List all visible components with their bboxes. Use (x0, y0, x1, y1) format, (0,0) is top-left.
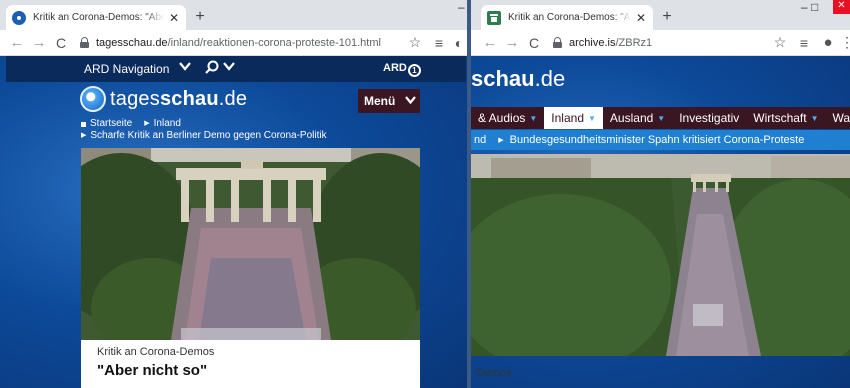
nav-item-wahlen[interactable]: Wahlen (826, 107, 850, 129)
browser-tab[interactable]: Kritik an Corona-Demos: "Aber nicht so" … (481, 5, 653, 30)
reload-button[interactable]: C (523, 35, 545, 51)
tagesschau-favicon (12, 10, 26, 25)
article-headline[interactable]: "Aber nicht so" (97, 362, 207, 379)
forward-button[interactable]: → (501, 34, 523, 51)
close-window-button[interactable]: ✕ (833, 0, 850, 14)
minimize-button[interactable]: – (458, 0, 465, 14)
tagesschau-logo-mark (80, 86, 106, 112)
url-path: /inland/reaktionen-corona-proteste-101.h… (167, 36, 381, 49)
breadcrumb-previous[interactable]: nd (474, 134, 486, 146)
nav-item-inland[interactable]: Inland ▼ (544, 107, 603, 129)
browser-window-left: Kritik an Corona-Demos: "Aber nicht so" … (0, 0, 467, 388)
caret-down-icon: ▼ (810, 113, 819, 123)
lock-icon[interactable] (80, 37, 89, 48)
tab-strip: Kritik an Corona-Demos: "Aber nicht so" … (471, 0, 850, 30)
address-bar[interactable]: tagesschau.de/inland/reaktionen-corona-p… (96, 37, 403, 49)
caret-down-icon: ▼ (529, 113, 538, 123)
breadcrumb: Startseite ▶ Inland ▶ Scharfe Kritik an … (81, 118, 327, 142)
extension-icon[interactable]: ◐ (451, 35, 467, 51)
article-kicker[interactable]: -Demos (473, 367, 512, 379)
breadcrumb: nd ▶ Bundesgesundheitsminister Spahn kri… (471, 130, 850, 150)
tagesschau-logo[interactable]: tagesschau.de (80, 86, 247, 112)
nav-item-ausland[interactable]: Ausland ▼ (603, 107, 672, 129)
ard-logo[interactable]: ARD 1 (383, 62, 421, 77)
chevron-down-icon[interactable] (179, 61, 191, 74)
url-host: archive.is (569, 36, 616, 49)
nav-item-wirtschaft[interactable]: Wirtschaft ▼ (746, 107, 825, 129)
browser-tab[interactable]: Kritik an Corona-Demos: "Aber nicht so" … (6, 5, 186, 30)
article-photo[interactable] (471, 154, 850, 356)
forward-button[interactable]: → (28, 34, 50, 51)
browser-window-right: Kritik an Corona-Demos: "Aber nicht so" … (471, 0, 850, 388)
caret-down-icon: ▼ (588, 113, 596, 123)
star-icon[interactable]: ☆ (403, 34, 427, 51)
breadcrumb-current[interactable]: Scharfe Kritik an Berliner Demo gegen Co… (90, 130, 326, 142)
address-bar[interactable]: archive.is/ZBRz1 (569, 37, 768, 49)
account-icon[interactable]: ● (816, 34, 840, 51)
caret-right-icon: ▶ (498, 137, 504, 144)
tab-title: Kritik an Corona-Demos: "Aber nicht so" (508, 12, 631, 23)
article-kicker[interactable]: Kritik an Corona-Demos (97, 346, 214, 358)
search-icon[interactable] (205, 60, 219, 74)
star-icon[interactable]: ☆ (768, 34, 792, 51)
tagesschau-logo[interactable]: schau.de (471, 66, 565, 92)
url-host: tagesschau.de (96, 36, 168, 49)
new-tab-button[interactable]: + (190, 7, 210, 27)
home-icon (81, 121, 86, 127)
article-teaser: Kritik an Corona-Demos "Aber nicht so" (81, 148, 420, 388)
nav-item-investigativ[interactable]: Investigativ (672, 107, 746, 129)
ard-bar: ARD Navigation ARD 1 (6, 56, 466, 82)
more-icon[interactable]: ⋮ (840, 34, 850, 51)
nav-item-audios[interactable]: & Audios ▼ (471, 107, 544, 129)
browser-toolbar: ← → C tagesschau.de/inland/reaktionen-co… (0, 30, 467, 56)
close-tab-icon[interactable]: ✕ (635, 11, 647, 25)
window-controls[interactable]: – □ (801, 0, 818, 14)
caret-right-icon: ▶ (144, 120, 150, 127)
archive-favicon (487, 10, 501, 25)
tab-title: Kritik an Corona-Demos: "Aber nicht so" (33, 12, 164, 23)
url-path: /ZBRz1 (615, 36, 653, 49)
chevron-down-icon (405, 95, 417, 107)
back-button[interactable]: ← (479, 34, 501, 51)
breadcrumb-current[interactable]: Bundesgesundheitsminister Spahn kritisie… (510, 134, 805, 146)
close-tab-icon[interactable]: ✕ (168, 11, 180, 25)
chevron-down-icon[interactable] (223, 61, 235, 74)
article-photo[interactable] (81, 148, 420, 340)
reading-list-icon[interactable]: ≡ (792, 35, 816, 51)
tab-strip: Kritik an Corona-Demos: "Aber nicht so" … (0, 0, 467, 30)
new-tab-button[interactable]: + (657, 7, 677, 27)
breadcrumb-home[interactable]: Startseite (90, 118, 132, 130)
caret-right-icon: ▶ (81, 132, 87, 139)
back-button[interactable]: ← (6, 34, 28, 51)
browser-toolbar: ← → C archive.is/ZBRz1 ☆ ≡ ● ⋮ (471, 30, 850, 56)
caret-down-icon: ▼ (657, 113, 666, 123)
reload-button[interactable]: C (50, 35, 72, 51)
menu-button[interactable]: Menü (358, 89, 420, 113)
ard-navigation-label[interactable]: ARD Navigation (84, 62, 169, 76)
reading-list-icon[interactable]: ≡ (427, 35, 451, 51)
main-navigation: & Audios ▼ Inland ▼ Ausland ▼ Investigativ … (471, 107, 850, 129)
breadcrumb-inland[interactable]: Inland (154, 118, 181, 130)
lock-icon[interactable] (553, 37, 562, 48)
